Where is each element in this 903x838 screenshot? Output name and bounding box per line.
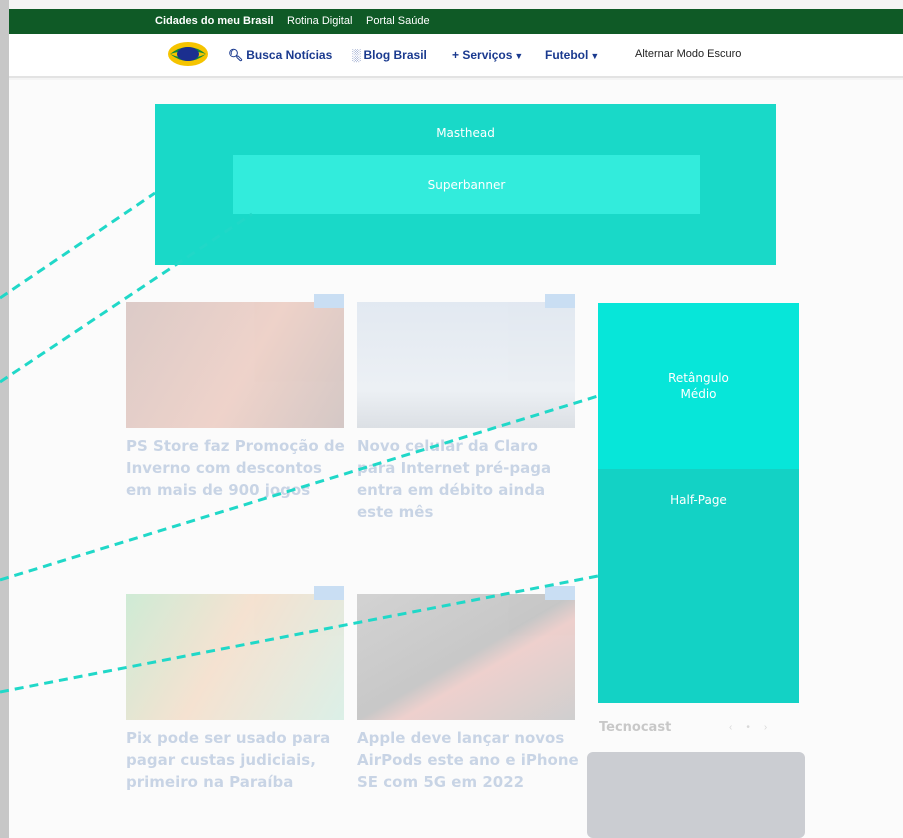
article-thumbnail[interactable] (126, 294, 348, 428)
top-links-bar: Cidades do meu Brasil Rotina Digital Por… (9, 9, 903, 34)
link-portal-saude[interactable]: Portal Saúde (366, 15, 430, 27)
link-rotina-digital[interactable]: Rotina Digital (287, 15, 352, 27)
nav-blog-brasil-label: Blog Brasil (363, 48, 427, 62)
page-content: PS Store faz Promoção de Inverno com des… (9, 80, 903, 838)
main-navbar: 🔍︎ Busca Notícias ░ Blog Brasil + Serviços… (9, 34, 903, 78)
left-gutter (0, 0, 9, 838)
article-thumbnail[interactable] (357, 294, 579, 428)
nav-futebol-dropdown[interactable]: Futebol ▼ (545, 48, 599, 62)
search-icon: 🔍︎ (228, 48, 244, 62)
nav-servicos-label: + Serviços (452, 48, 513, 62)
ad-half-page-label: Half-Page (670, 493, 727, 507)
nav-blog-brasil[interactable]: ░ Blog Brasil (352, 48, 427, 62)
article-title[interactable]: PS Store faz Promoção de Inverno com des… (126, 435, 348, 501)
site-logo-icon[interactable] (164, 34, 212, 74)
article-title[interactable]: Novo celular da Claro para Internet pré-… (357, 435, 579, 523)
rss-icon: ░ (352, 48, 361, 62)
tecnocast-heading: Tecnocast (599, 720, 672, 735)
dark-mode-toggle[interactable]: Alternar Modo Escuro (635, 48, 741, 60)
ad-masthead-label: Masthead (436, 126, 495, 140)
article-thumbnail[interactable] (126, 586, 348, 720)
article-title[interactable]: Apple deve lançar novos AirPods este ano… (357, 727, 579, 793)
ad-retangulo-medio: Retângulo Médio (598, 303, 799, 469)
ad-retangulo-medio-label: Retângulo Médio (668, 371, 729, 401)
link-cidades-do-meu-brasil[interactable]: Cidades do meu Brasil (155, 15, 274, 27)
podcast-card[interactable] (587, 752, 805, 838)
chevron-down-icon: ▼ (590, 51, 600, 61)
nav-servicos-dropdown[interactable]: + Serviços ▼ (452, 48, 523, 62)
ad-half-page: Half-Page (598, 469, 799, 703)
nav-futebol-label: Futebol (545, 48, 589, 62)
ad-superbanner: Superbanner (233, 155, 700, 214)
chevron-down-icon: ▼ (514, 51, 524, 61)
ad-superbanner-label: Superbanner (427, 177, 506, 192)
article-title[interactable]: Pix pode ser usado para pagar custas jud… (126, 727, 348, 793)
nav-busca-noticias[interactable]: 🔍︎ Busca Notícias (228, 48, 332, 62)
carousel-controls[interactable]: ‹•› (729, 722, 781, 733)
article-thumbnail[interactable] (357, 586, 579, 720)
nav-busca-noticias-label: Busca Notícias (246, 48, 333, 62)
